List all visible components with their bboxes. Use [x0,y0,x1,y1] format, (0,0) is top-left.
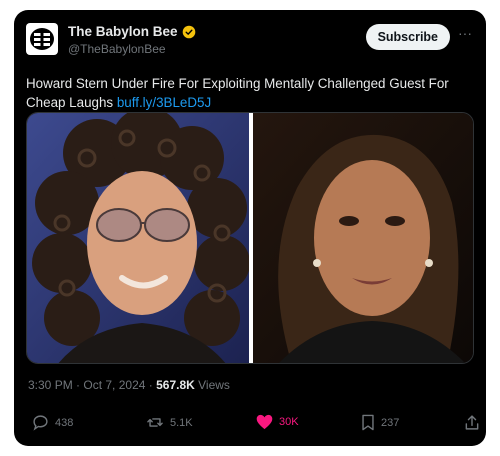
tweet-body: Howard Stern Under Fire For Exploiting M… [26,76,449,110]
tweet-actions: 438 5.1K 30K 237 [28,414,479,436]
reply-icon [33,415,48,431]
tweet-meta: 3:30 PM · Oct 7, 2024 · 567.8K Views [28,378,230,392]
meta-separator: · [72,378,84,392]
like-count: 30K [279,416,299,428]
media-photo-right[interactable] [253,113,474,364]
repost-icon [147,418,163,427]
more-options-icon[interactable]: ··· [456,24,474,48]
media-photo-left[interactable] [27,113,250,364]
account-handle[interactable]: @TheBabylonBee [68,42,196,56]
verified-badge-icon [182,25,195,38]
tweet-media[interactable] [26,112,474,364]
bookmark-button[interactable]: 237 [361,414,399,431]
tweet-header: The Babylon Bee @TheBabylonBee Subscribe… [26,22,474,66]
bookmark-count: 237 [381,416,400,429]
views-label: Views [198,378,230,392]
babylon-bee-logo-icon[interactable] [26,23,58,55]
views-count: 567.8K [156,378,195,392]
display-name[interactable]: The Babylon Bee [68,24,196,39]
tweet-text: Howard Stern Under Fire For Exploiting M… [26,74,466,112]
share-button[interactable] [464,414,480,431]
like-button[interactable]: 30K [256,414,299,430]
share-icon [465,415,479,430]
subscribe-button[interactable]: Subscribe [365,24,450,50]
meta-separator-2: · [145,378,157,392]
account-names: The Babylon Bee @TheBabylonBee [68,24,196,56]
reply-button[interactable]: 438 [32,414,73,431]
tweet-time[interactable]: 3:30 PM [28,378,73,392]
tweet-date[interactable]: Oct 7, 2024 [83,378,145,392]
tweet-link[interactable]: buff.ly/3BLeD5J [117,95,211,110]
repost-count: 5.1K [170,416,193,429]
tweet-card: The Babylon Bee @TheBabylonBee Subscribe… [14,10,486,446]
display-name-text: The Babylon Bee [68,24,178,39]
repost-button[interactable]: 5.1K [146,414,193,431]
heart-icon [256,414,273,430]
bookmark-icon [362,414,374,431]
reply-count: 438 [55,416,74,429]
